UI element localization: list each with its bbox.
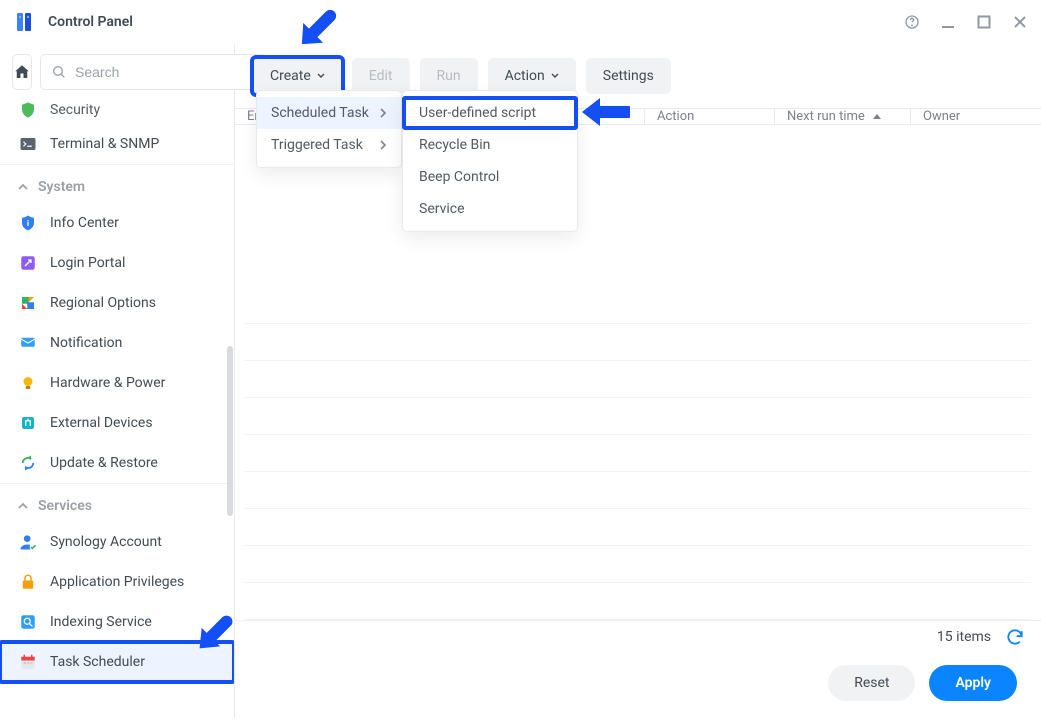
button-label: Create: [270, 68, 311, 84]
create-button[interactable]: Create: [253, 58, 342, 94]
button-label: Edit: [369, 68, 393, 84]
apply-button[interactable]: Apply: [929, 665, 1017, 701]
sidebar-item-label: Notification: [50, 335, 122, 351]
sidebar-item-label: Indexing Service: [50, 614, 152, 630]
button-label: Action: [505, 68, 545, 84]
notification-icon: [18, 333, 38, 353]
sidebar-item-label: Task Scheduler: [50, 654, 145, 670]
sidebar-scrollbar[interactable]: [227, 346, 233, 516]
chevron-up-icon: [18, 182, 28, 192]
sidebar-item-synology-account[interactable]: Synology Account: [0, 522, 234, 562]
run-button: Run: [420, 58, 478, 94]
sidebar-item-label: Terminal & SNMP: [50, 136, 159, 152]
button-label: Reset: [854, 675, 889, 691]
account-icon: [18, 532, 38, 552]
settings-button[interactable]: Settings: [586, 58, 671, 94]
sidebar-item-notification[interactable]: Notification: [0, 323, 234, 363]
menu-item-triggered-task[interactable]: Triggered Task: [257, 129, 401, 161]
update-restore-icon: [18, 453, 38, 473]
submenu-item-user-defined-script[interactable]: User-defined script: [403, 97, 577, 129]
chevron-right-icon: [380, 108, 387, 118]
submenu-item-label: User-defined script: [419, 105, 536, 121]
sidebar-item-label: Hardware & Power: [50, 375, 165, 391]
sidebar-item-label: Login Portal: [50, 255, 125, 271]
scheduled-task-submenu: User-defined script Recycle Bin Beep Con…: [402, 90, 578, 232]
th-label: Owner: [923, 109, 960, 124]
sidebar-item-application-privileges[interactable]: Application Privileges: [0, 562, 234, 602]
menu-item-label: Scheduled Task: [271, 105, 369, 121]
svg-text:i: i: [27, 219, 29, 229]
search-icon: [51, 64, 67, 80]
sidebar-item-label: Regional Options: [50, 295, 156, 311]
calendar-icon: [18, 652, 38, 672]
sidebar-item-label: Synology Account: [50, 534, 162, 550]
submenu-item-service[interactable]: Service: [403, 193, 577, 225]
sidebar-item-external-devices[interactable]: External Devices: [0, 403, 234, 443]
sidebar-item-regional-options[interactable]: Regional Options: [0, 283, 234, 323]
external-devices-icon: [18, 413, 38, 433]
submenu-item-label: Recycle Bin: [419, 137, 490, 153]
reset-button[interactable]: Reset: [828, 665, 915, 701]
chevron-up-icon: [18, 501, 28, 511]
sidebar-group-label: Services: [38, 498, 92, 514]
info-icon: i: [18, 213, 38, 233]
th-label: Action: [657, 109, 694, 124]
th-next-run-time[interactable]: Next run time: [775, 109, 911, 124]
chevron-right-icon: [380, 140, 387, 150]
sidebar-item-security[interactable]: Security: [0, 100, 234, 124]
sidebar-item-label: External Devices: [50, 415, 153, 431]
th-action[interactable]: Action: [645, 109, 775, 124]
sidebar-item-hardware-power[interactable]: Hardware & Power: [0, 363, 234, 403]
submenu-item-label: Service: [419, 201, 465, 217]
refresh-button[interactable]: [1005, 627, 1025, 647]
submenu-item-recycle-bin[interactable]: Recycle Bin: [403, 129, 577, 161]
action-button[interactable]: Action: [488, 58, 576, 94]
maximize-button[interactable]: [973, 11, 995, 33]
sidebar-item-label: Info Center: [50, 215, 119, 231]
sidebar-group-services[interactable]: Services: [0, 483, 234, 522]
menu-item-label: Triggered Task: [271, 137, 363, 153]
annotation-arrow: [188, 610, 238, 660]
close-button[interactable]: [1009, 11, 1031, 33]
item-count: 15 items: [937, 629, 991, 645]
sort-asc-icon: [873, 114, 881, 119]
sidebar-item-label: Update & Restore: [50, 455, 158, 471]
button-label: Settings: [603, 68, 654, 84]
help-button[interactable]: [901, 11, 923, 33]
submenu-item-label: Beep Control: [419, 169, 499, 185]
login-portal-icon: [18, 253, 38, 273]
search-input[interactable]: [75, 64, 256, 80]
submenu-item-beep-control[interactable]: Beep Control: [403, 161, 577, 193]
menu-item-scheduled-task[interactable]: Scheduled Task: [257, 97, 401, 129]
button-label: Apply: [955, 675, 991, 691]
th-owner[interactable]: Owner: [911, 109, 1041, 124]
button-label: Run: [437, 68, 461, 84]
create-menu: Scheduled Task Triggered Task: [256, 90, 402, 168]
sidebar-item-update-restore[interactable]: Update & Restore: [0, 443, 234, 483]
table-body: [235, 125, 1041, 620]
sidebar-item-label: Security: [50, 102, 100, 118]
caret-down-icon: [317, 72, 325, 80]
minimize-button[interactable]: [937, 11, 959, 33]
annotation-arrow: [578, 92, 630, 132]
edit-button: Edit: [352, 58, 410, 94]
sidebar-group-label: System: [38, 179, 85, 195]
sidebar-item-login-portal[interactable]: Login Portal: [0, 243, 234, 283]
bulb-icon: [18, 373, 38, 393]
globe-icon: [18, 293, 38, 313]
annotation-arrow: [290, 4, 342, 56]
sidebar-item-info-center[interactable]: i Info Center: [0, 203, 234, 243]
sidebar-item-terminal-snmp[interactable]: Terminal & SNMP: [0, 124, 234, 164]
th-label: Next run time: [787, 109, 865, 124]
terminal-icon: [18, 134, 38, 154]
window-title: Control Panel: [48, 14, 133, 30]
sidebar-item-label: Application Privileges: [50, 574, 184, 590]
indexing-icon: [18, 612, 38, 632]
lock-icon: [18, 572, 38, 592]
shield-icon: [18, 100, 38, 120]
caret-down-icon: [551, 72, 559, 80]
home-button[interactable]: [12, 54, 32, 90]
sidebar-group-system[interactable]: System: [0, 164, 234, 203]
app-icon: [10, 8, 38, 36]
